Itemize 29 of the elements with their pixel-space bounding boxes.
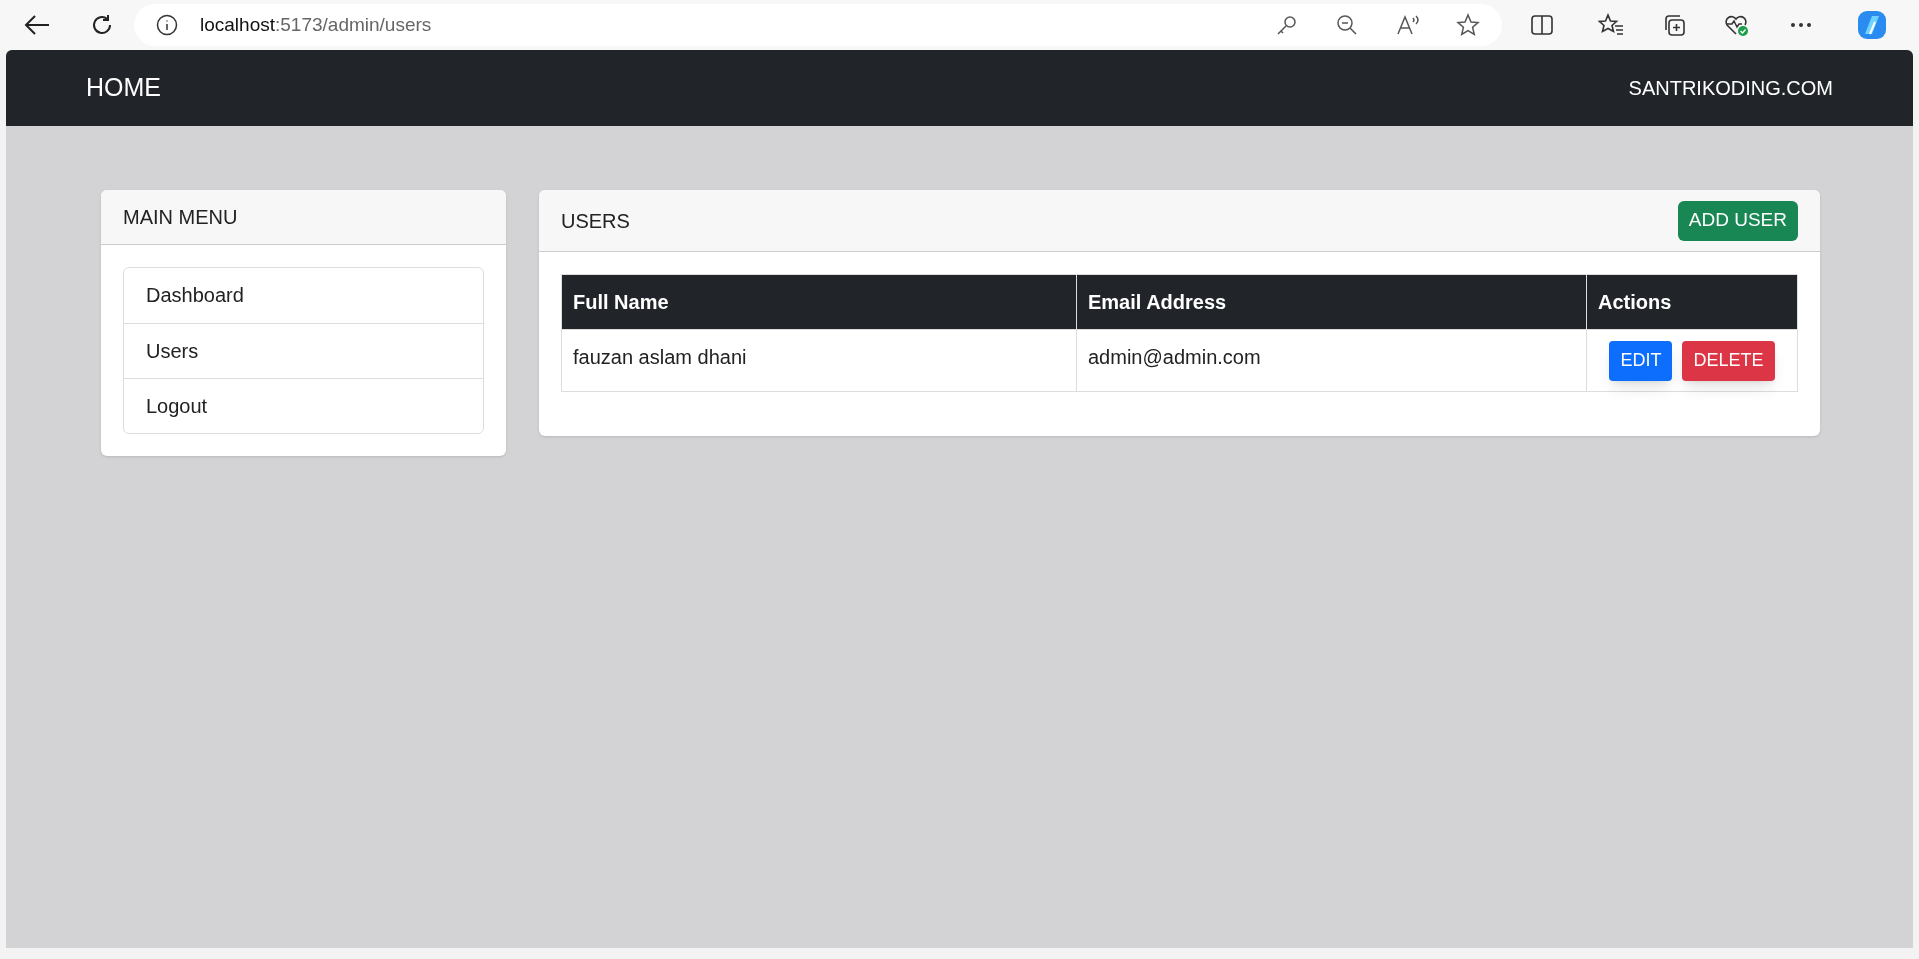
card-title: USERS bbox=[561, 208, 630, 234]
column-header: Actions bbox=[1586, 274, 1798, 330]
menu-item[interactable]: Dashboard bbox=[124, 268, 483, 323]
site-link[interactable]: SANTRIKODING.COM bbox=[1628, 73, 1833, 103]
table-cell: admin@admin.com bbox=[1076, 329, 1587, 392]
url-text: localhost:5173/admin/users bbox=[200, 12, 432, 37]
delete-button[interactable]: DELETE bbox=[1682, 340, 1775, 381]
more-icon[interactable] bbox=[1790, 22, 1812, 28]
column-header: Email Address bbox=[1076, 274, 1587, 330]
favorites-icon[interactable] bbox=[1598, 13, 1624, 37]
read-aloud-icon[interactable] bbox=[1396, 14, 1420, 36]
key-icon[interactable] bbox=[1276, 14, 1298, 36]
edit-button[interactable]: EDIT bbox=[1609, 340, 1673, 381]
menu-item[interactable]: Logout bbox=[124, 378, 483, 433]
info-icon[interactable] bbox=[156, 14, 178, 36]
back-icon[interactable] bbox=[24, 14, 50, 36]
column-header: Full Name bbox=[561, 274, 1077, 330]
heart-check-icon[interactable] bbox=[1724, 13, 1750, 37]
table-cell: fauzan aslam dhani bbox=[561, 329, 1077, 392]
split-screen-icon[interactable] bbox=[1530, 14, 1554, 36]
refresh-icon[interactable] bbox=[90, 13, 114, 37]
add-user-button[interactable]: ADD USER bbox=[1677, 200, 1798, 241]
card-header: MAIN MENU bbox=[101, 190, 506, 245]
home-link[interactable]: HOME bbox=[86, 69, 161, 107]
zoom-out-icon[interactable] bbox=[1336, 14, 1358, 36]
collections-icon[interactable] bbox=[1662, 13, 1686, 37]
star-icon[interactable] bbox=[1456, 13, 1480, 37]
menu-item[interactable]: Users bbox=[124, 323, 483, 378]
address-bar[interactable]: localhost:5173/admin/users bbox=[134, 4, 1502, 46]
